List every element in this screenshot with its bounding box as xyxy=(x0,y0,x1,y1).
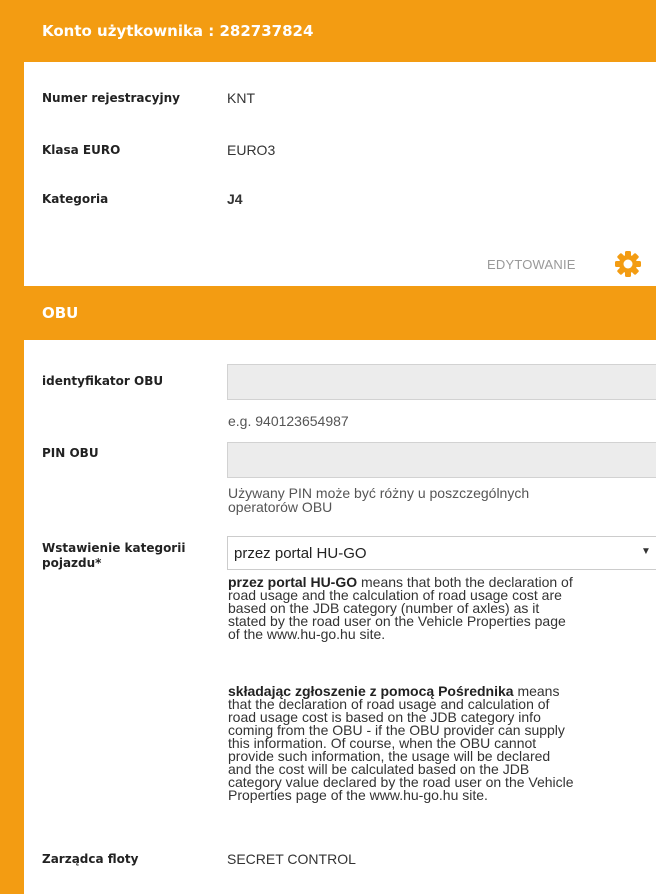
euro-class-label: Klasa EURO xyxy=(42,143,121,157)
euro-class-value: EURO3 xyxy=(227,142,276,158)
obu-pin-hint-line1: Używany PIN może być różny u poszczególn… xyxy=(228,485,530,501)
category-description-2: składając zgłoszenie z pomocą Pośrednika… xyxy=(228,684,656,803)
fleet-manager-label: Zarządca floty xyxy=(42,852,139,866)
category-description-1: przez portal HU-GO means that both the d… xyxy=(228,575,656,642)
edit-button[interactable]: EDYTOWANIE xyxy=(487,257,576,272)
obu-id-label: identyfikator OBU xyxy=(42,374,164,388)
obu-id-input[interactable] xyxy=(227,364,656,400)
obu-title: OBU xyxy=(42,304,79,322)
category-value: J4 xyxy=(227,191,243,207)
account-header: Konto użytkownika : 282737824 xyxy=(0,0,656,62)
obu-pin-input[interactable] xyxy=(227,442,656,478)
obu-pin-hint-line2: operatorów OBU xyxy=(228,499,333,515)
vehicle-category-label-line2: pojazdu* xyxy=(42,556,102,570)
fleet-manager-value: SECRET CONTROL xyxy=(227,851,356,867)
plate-label: Numer rejestracyjny xyxy=(42,91,180,105)
desc1-line: of the www.hu-go.hu site. xyxy=(228,626,386,642)
vehicle-category-label-line1: Wstawienie kategorii xyxy=(42,541,186,555)
vehicle-category-selected: przez portal HU-GO xyxy=(234,545,367,562)
obu-id-hint: e.g. 940123654987 xyxy=(228,413,349,429)
account-title: Konto użytkownika : 282737824 xyxy=(42,22,314,40)
edit-label: EDYTOWANIE xyxy=(487,257,576,272)
desc2-line: Properties page of the www.hu-go.hu site… xyxy=(228,787,488,803)
chevron-down-icon: ▼ xyxy=(641,546,651,557)
plate-value: KNT xyxy=(227,90,255,106)
vehicle-category-select[interactable]: przez portal HU-GO ▼ xyxy=(227,536,656,570)
category-label: Kategoria xyxy=(42,192,109,206)
gear-icon[interactable] xyxy=(614,250,642,278)
obu-pin-label: PIN OBU xyxy=(42,446,99,460)
obu-header: OBU xyxy=(0,286,656,340)
